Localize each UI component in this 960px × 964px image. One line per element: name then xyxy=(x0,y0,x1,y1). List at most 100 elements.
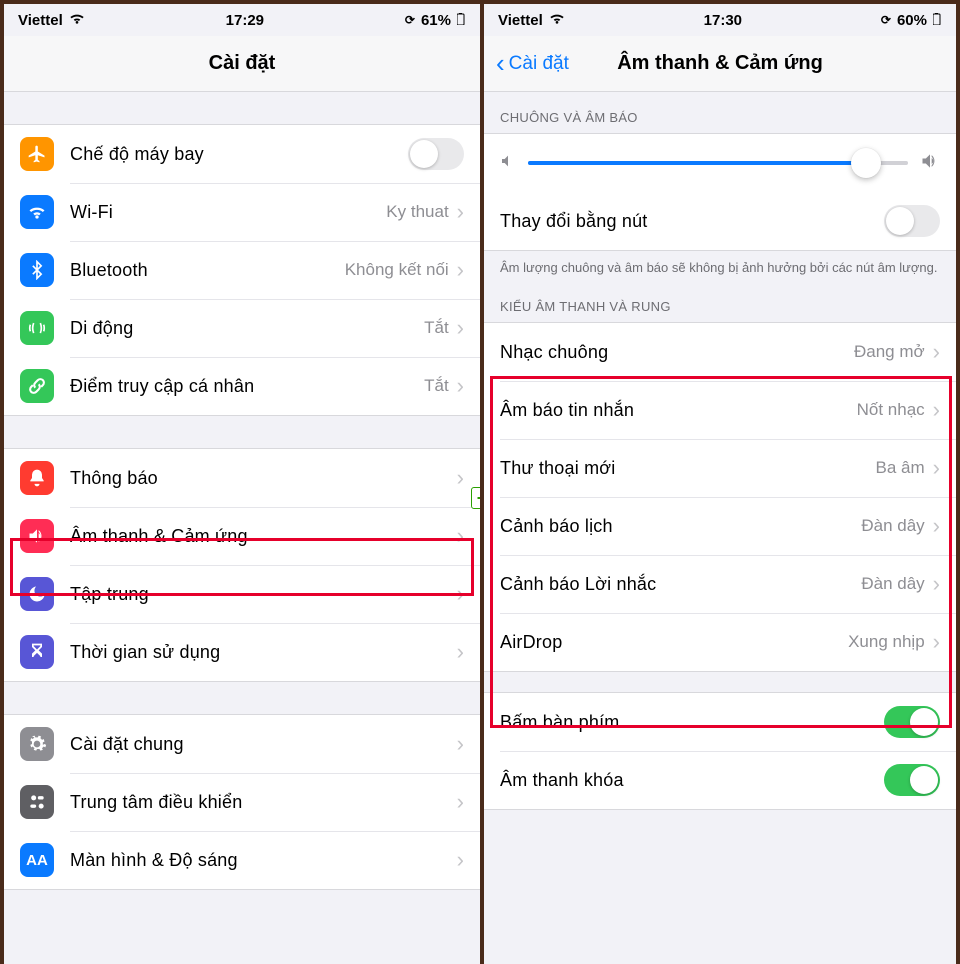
chevron-right-icon: › xyxy=(457,581,464,607)
row-general[interactable]: Cài đặt chung › xyxy=(4,715,480,773)
display-icon: AA xyxy=(20,843,54,877)
row-label: Thư thoại mới xyxy=(500,458,876,479)
row-notifications[interactable]: Thông báo › xyxy=(4,449,480,507)
volume-slider[interactable] xyxy=(528,161,908,165)
chevron-right-icon: › xyxy=(457,465,464,491)
airplane-toggle[interactable] xyxy=(408,138,464,170)
keyboard-clicks-toggle[interactable] xyxy=(884,706,940,738)
row-value: Tắt xyxy=(424,376,449,396)
row-value: Ky thuat xyxy=(386,202,448,222)
clock: 17:29 xyxy=(226,12,264,29)
chevron-right-icon: › xyxy=(457,199,464,225)
row-label: Điểm truy cập cá nhân xyxy=(70,376,424,397)
row-label: Âm thanh khóa xyxy=(500,770,884,791)
row-label: Bluetooth xyxy=(70,260,345,281)
speaker-high-icon xyxy=(920,151,940,176)
row-focus[interactable]: Tập trung › xyxy=(4,565,480,623)
row-label: Trung tâm điều khiển xyxy=(70,792,457,813)
back-label: Cài đặt xyxy=(509,53,569,75)
nav-header: Cài đặt xyxy=(4,36,480,92)
battery-icon xyxy=(457,12,466,29)
orientation-lock-icon: ⟳ xyxy=(405,13,415,27)
row-hotspot[interactable]: Điểm truy cập cá nhân Tắt › xyxy=(4,357,480,415)
section-header-patterns: KIỂU ÂM THANH VÀ RUNG xyxy=(484,281,956,322)
status-bar: Viettel 17:29 ⟳ 61% xyxy=(4,4,480,36)
row-value: Xung nhịp xyxy=(848,632,925,652)
chevron-right-icon: › xyxy=(457,257,464,283)
row-label: Cảnh báo lịch xyxy=(500,516,861,537)
chevron-left-icon: ‹ xyxy=(496,50,505,76)
chevron-right-icon: › xyxy=(457,523,464,549)
group-keyboard-sounds: Bấm bàn phím Âm thanh khóa xyxy=(484,692,956,810)
gear-icon xyxy=(20,727,54,761)
row-value: Đang mở xyxy=(854,342,925,362)
orientation-lock-icon: ⟳ xyxy=(881,13,891,27)
row-label: Cài đặt chung xyxy=(70,734,457,755)
row-value: Tắt xyxy=(424,318,449,338)
cellular-icon xyxy=(20,311,54,345)
row-change-with-buttons[interactable]: Thay đổi bằng nút xyxy=(484,192,956,250)
lock-sound-toggle[interactable] xyxy=(884,764,940,796)
section-header-ringer: CHUÔNG VÀ ÂM BÁO xyxy=(484,92,956,133)
row-label: Nhạc chuông xyxy=(500,342,854,363)
row-value: Không kết nối xyxy=(345,260,449,280)
chevron-right-icon: › xyxy=(457,639,464,665)
sound-icon xyxy=(20,519,54,553)
row-label: Di động xyxy=(70,318,424,339)
row-text-tone[interactable]: Âm báo tin nhắn Nốt nhạc › xyxy=(484,381,956,439)
clock: 17:30 xyxy=(704,12,742,29)
bluetooth-icon xyxy=(20,253,54,287)
page-title: Âm thanh & Cảm ứng xyxy=(617,52,823,75)
phone-sounds: Viettel 17:30 ⟳ 60% ‹ Cài đặt Âm thanh &… xyxy=(480,4,960,964)
row-cellular[interactable]: Di động Tắt › xyxy=(4,299,480,357)
back-button[interactable]: ‹ Cài đặt xyxy=(496,52,569,76)
moon-icon xyxy=(20,577,54,611)
row-control-center[interactable]: Trung tâm điều khiển › xyxy=(4,773,480,831)
group-connectivity: Chế độ máy bay Wi-Fi Ky thuat › Bluetoot… xyxy=(4,124,480,416)
row-ringtone[interactable]: Nhạc chuông Đang mở › xyxy=(484,323,956,381)
hourglass-icon xyxy=(20,635,54,669)
row-label: Wi-Fi xyxy=(70,202,386,223)
row-wifi[interactable]: Wi-Fi Ky thuat › xyxy=(4,183,480,241)
row-label: Âm thanh & Cảm ứng xyxy=(70,526,457,547)
row-sounds[interactable]: Âm thanh & Cảm ứng › xyxy=(4,507,480,565)
plus-marker: + xyxy=(471,487,480,509)
sounds-list[interactable]: CHUÔNG VÀ ÂM BÁO Thay đổi bằng nút xyxy=(484,92,956,964)
row-label: Cảnh báo Lời nhắc xyxy=(500,574,861,595)
slider-fill xyxy=(528,161,866,165)
control-center-icon xyxy=(20,785,54,819)
chevron-right-icon: › xyxy=(933,339,940,365)
row-label: Bấm bàn phím xyxy=(500,712,884,733)
row-display[interactable]: AA Màn hình & Độ sáng › xyxy=(4,831,480,889)
nav-header: ‹ Cài đặt Âm thanh & Cảm ứng xyxy=(484,36,956,92)
row-voicemail[interactable]: Thư thoại mới Ba âm › xyxy=(484,439,956,497)
bell-icon xyxy=(20,461,54,495)
row-value: Đàn dây xyxy=(861,574,924,594)
row-bluetooth[interactable]: Bluetooth Không kết nối › xyxy=(4,241,480,299)
chevron-right-icon: › xyxy=(933,397,940,423)
row-lock-sound[interactable]: Âm thanh khóa xyxy=(484,751,956,809)
status-bar: Viettel 17:30 ⟳ 60% xyxy=(484,4,956,36)
slider-thumb[interactable] xyxy=(851,148,881,178)
row-screentime[interactable]: Thời gian sử dụng › xyxy=(4,623,480,681)
chevron-right-icon: › xyxy=(457,731,464,757)
carrier-label: Viettel xyxy=(18,12,63,29)
volume-slider-row xyxy=(484,134,956,192)
airplane-icon xyxy=(20,137,54,171)
row-value: Ba âm xyxy=(876,458,925,478)
row-label: Âm báo tin nhắn xyxy=(500,400,857,421)
row-label: Màn hình & Độ sáng xyxy=(70,850,457,871)
row-reminder-alert[interactable]: Cảnh báo Lời nhắc Đàn dây › xyxy=(484,555,956,613)
settings-list[interactable]: Chế độ máy bay Wi-Fi Ky thuat › Bluetoot… xyxy=(4,92,480,964)
chevron-right-icon: › xyxy=(457,789,464,815)
wifi-icon xyxy=(20,195,54,229)
change-with-buttons-toggle[interactable] xyxy=(884,205,940,237)
row-keyboard-clicks[interactable]: Bấm bàn phím xyxy=(484,693,956,751)
row-calendar-alert[interactable]: Cảnh báo lịch Đàn dây › xyxy=(484,497,956,555)
row-label: Tập trung xyxy=(70,584,457,605)
chevron-right-icon: › xyxy=(933,455,940,481)
row-airdrop[interactable]: AirDrop Xung nhịp › xyxy=(484,613,956,671)
row-airplane-mode[interactable]: Chế độ máy bay xyxy=(4,125,480,183)
group-notifications: Thông báo › Âm thanh & Cảm ứng › Tập tru… xyxy=(4,448,480,682)
chevron-right-icon: › xyxy=(457,847,464,873)
